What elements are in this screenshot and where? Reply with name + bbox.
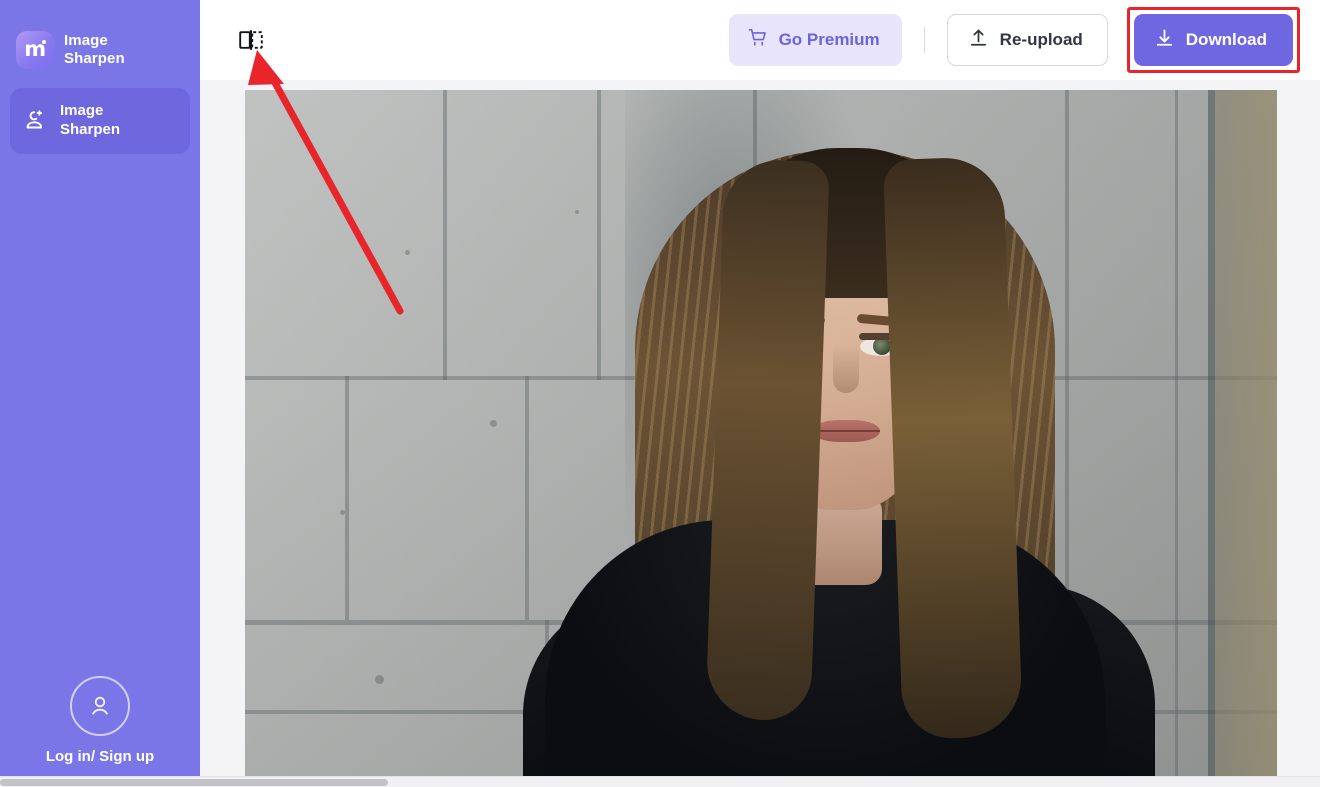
login-signup-label: Log in/ Sign up (45, 748, 155, 765)
download-arrow-icon (1154, 27, 1175, 53)
toolbar-actions: Go Premium Re-upload Download (728, 0, 1300, 80)
brand-name: Image Sharpen (64, 32, 125, 69)
reupload-button[interactable]: Re-upload (946, 14, 1108, 66)
reupload-label: Re-upload (999, 30, 1083, 49)
app-logo-icon: m (16, 31, 54, 69)
preview-image[interactable] (245, 90, 1277, 776)
brand-name-line2: Sharpen (64, 50, 125, 67)
split-compare-icon[interactable] (236, 26, 266, 54)
download-button[interactable]: Download (1133, 14, 1293, 66)
go-premium-button[interactable]: Go Premium (728, 14, 902, 66)
sidebar-item-label: Image Sharpen (60, 102, 120, 140)
top-toolbar: Go Premium Re-upload Download (200, 0, 1320, 80)
brand-logo-block[interactable]: m Image Sharpen (0, 0, 200, 80)
user-sparkle-icon (22, 108, 48, 134)
scrollbar-thumb[interactable] (0, 779, 388, 786)
sidebar: m Image Sharpen Image Sharpen Log in/ Si… (0, 0, 200, 787)
go-premium-label: Go Premium (778, 30, 880, 49)
sidebar-nav: Image Sharpen (0, 80, 200, 154)
editor-canvas[interactable]: 27% (200, 80, 1320, 778)
toolbar-divider (923, 27, 925, 53)
sidebar-item-image-sharpen[interactable]: Image Sharpen (10, 88, 190, 154)
download-label: Download (1185, 30, 1267, 49)
user-avatar-icon (70, 676, 130, 736)
shopping-cart-icon (747, 27, 768, 53)
upload-arrow-icon (968, 27, 989, 53)
sidebar-item-label-line1: Image (60, 102, 104, 119)
brand-name-line1: Image (64, 31, 108, 49)
sidebar-item-label-line2: Sharpen (60, 120, 121, 138)
logo-dot (42, 40, 46, 44)
app-root: m Image Sharpen Image Sharpen Log in/ Si… (0, 0, 1320, 787)
download-highlight-box: Download (1126, 7, 1300, 73)
horizontal-scrollbar[interactable] (0, 776, 1320, 787)
login-signup-button[interactable]: Log in/ Sign up (0, 676, 200, 787)
